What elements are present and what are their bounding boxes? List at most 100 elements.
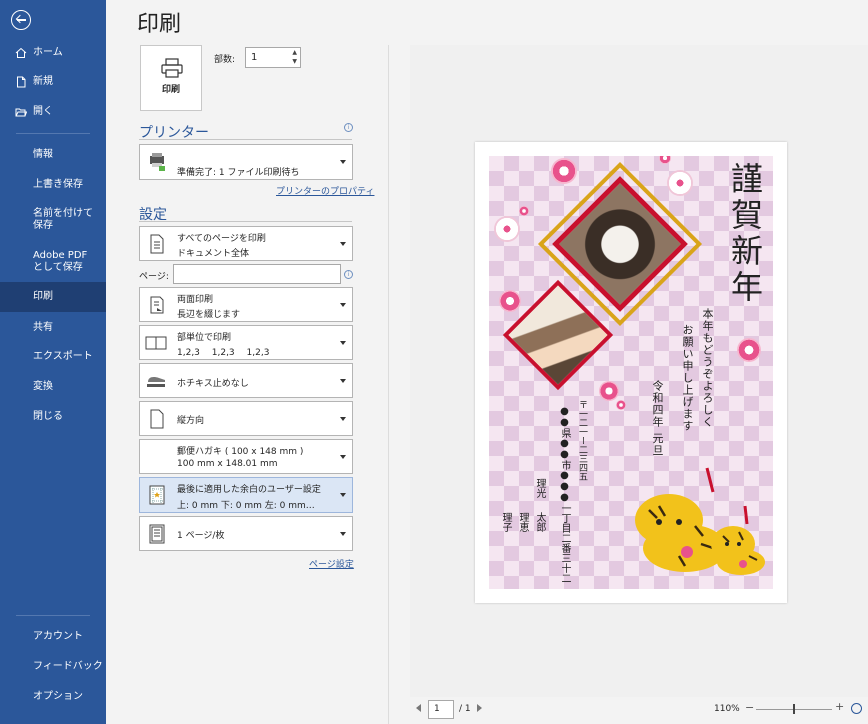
nav-print[interactable]: 印刷 (0, 282, 106, 312)
nav-open[interactable]: 開く (0, 103, 106, 121)
paper-size-label: 郵便ハガキ ( 100 x 148 mm ) (177, 447, 304, 457)
folder-open-icon (15, 108, 27, 117)
pages-input[interactable] (173, 264, 341, 284)
staple-label: ホチキス止めなし (177, 379, 249, 389)
sender-name-1b: 太郎 (534, 512, 545, 532)
chevron-down-icon (340, 340, 346, 345)
chevron-down-icon (340, 454, 346, 459)
duplex-icon (150, 296, 164, 313)
next-page-icon[interactable] (477, 704, 482, 712)
nav-transform[interactable]: 変換 (0, 377, 106, 397)
pages-per-sheet-dropdown[interactable]: 1 ページ/枚 (139, 516, 353, 551)
zoom-to-page-icon[interactable] (851, 703, 862, 714)
margins-detail: 上: 0 mm 下: 0 mm 左: 0 mm… (177, 501, 315, 511)
plum-flower-icon (494, 216, 520, 242)
nav-share[interactable]: 共有 (0, 318, 106, 338)
plum-flower-icon (659, 156, 671, 164)
print-range-label: すべてのページを印刷 (177, 234, 266, 244)
printer-device-icon (150, 153, 165, 171)
panel-divider (388, 45, 389, 724)
chevron-down-icon (340, 241, 346, 246)
plum-flower-icon (667, 170, 693, 196)
nav-new-label: 新規 (33, 76, 53, 87)
nav-export[interactable]: エクスポート (0, 347, 106, 367)
total-pages: / 1 (459, 704, 471, 714)
nav-share-label: 共有 (33, 322, 53, 333)
nav-save[interactable]: 上書き保存 (0, 175, 106, 195)
chevron-down-icon[interactable]: ▼ (292, 58, 297, 65)
staple-dropdown[interactable]: ホチキス止めなし (139, 363, 353, 398)
zoom-level[interactable]: 110% (714, 704, 740, 714)
nav-close[interactable]: 閉じる (0, 407, 106, 427)
sender-name-2b: 理恵 (517, 512, 528, 532)
nav-options[interactable]: オプション (0, 687, 106, 707)
nav-home[interactable]: ホーム (0, 44, 106, 62)
collate-label: 部単位で印刷 (177, 333, 232, 343)
address-text: ●●県●●市●●●一丁目二番三十二 (559, 406, 570, 583)
copies-input[interactable]: 1 ▲ ▼ (245, 47, 301, 68)
plum-flower-icon (616, 400, 626, 410)
zoom-in-button[interactable]: + (835, 700, 844, 713)
chevron-up-icon[interactable]: ▲ (292, 49, 297, 56)
backstage-nav: ホーム 新規 開く 情報 上書き保存 名前を付けて保存 Adobe PDF とし… (0, 0, 106, 724)
orientation-label: 縦方向 (177, 416, 205, 426)
nav-save-as[interactable]: 名前を付けて保存 (0, 206, 106, 234)
chevron-down-icon (340, 531, 346, 536)
margins-icon (149, 485, 165, 505)
section-divider (139, 139, 352, 140)
plum-flower-icon (551, 158, 577, 184)
collate-dropdown[interactable]: 部単位で印刷 1,2,3 1,2,3 1,2,3 (139, 325, 353, 360)
page-title: 印刷 (137, 12, 182, 37)
pages-label: ページ: (139, 272, 169, 282)
nav-save-as-label: 名前を付けて保存 (33, 208, 93, 231)
nav-close-label: 閉じる (33, 411, 63, 422)
sender-name-2a: 理子 (500, 512, 511, 532)
nav-new[interactable]: 新規 (0, 73, 106, 91)
message-line-1: 本年もどうぞよろしく (701, 308, 714, 428)
page-setup-link[interactable]: ページ設定 (309, 557, 354, 570)
nav-save-pdf-label: Adobe PDF として保存 (33, 250, 88, 273)
nav-divider-bottom (16, 615, 90, 616)
chevron-down-icon (340, 378, 346, 383)
print-range-dropdown[interactable]: すべてのページを印刷 ドキュメント全体 (139, 226, 353, 261)
margins-dropdown[interactable]: 最後に適用した余白のユーザー設定 上: 0 mm 下: 0 mm 左: 0 mm… (139, 477, 353, 513)
zoom-out-button[interactable]: − (745, 701, 754, 714)
orientation-dropdown[interactable]: 縦方向 (139, 401, 353, 436)
zoom-slider-thumb[interactable] (793, 704, 795, 714)
info-icon[interactable]: i (344, 123, 353, 132)
postcard-preview: 謹賀新年 本年もどうぞよろしく お願い申し上げます 令和四年 元旦 〒一二一ー二… (489, 156, 773, 589)
nav-home-label: ホーム (33, 47, 63, 58)
stapler-icon (147, 376, 165, 387)
nav-info[interactable]: 情報 (0, 145, 106, 165)
nav-info-label: 情報 (33, 149, 53, 160)
back-arrow-icon[interactable] (11, 10, 31, 30)
nav-account[interactable]: アカウント (0, 627, 106, 647)
cat-photo (552, 176, 688, 312)
print-button[interactable]: 印刷 (140, 45, 202, 111)
nav-save-pdf[interactable]: Adobe PDF として保存 (0, 247, 106, 277)
current-page: 1 (434, 704, 440, 714)
nav-options-label: オプション (33, 691, 83, 702)
nav-open-label: 開く (33, 106, 53, 117)
duplex-dropdown[interactable]: 両面印刷 長辺を綴じます (139, 287, 353, 322)
plum-flower-icon (499, 290, 521, 312)
sender-name-1a: 理光 (534, 478, 545, 498)
greeting-text: 謹賀新年 (726, 162, 764, 306)
page-per-sheet-icon (149, 524, 165, 543)
pages-icon (150, 234, 164, 253)
plum-flower-icon (599, 381, 619, 401)
previous-page-icon[interactable] (416, 704, 421, 712)
printer-dropdown[interactable]: 準備完了: 1 ファイル印刷待ち (139, 144, 353, 180)
paper-size-detail: 100 mm x 148.01 mm (177, 459, 278, 469)
copies-label: 部数: (214, 55, 236, 65)
nav-feedback[interactable]: フィードバック (0, 657, 106, 677)
nav-divider (16, 133, 90, 134)
info-icon[interactable]: i (344, 270, 353, 279)
portrait-icon (150, 409, 164, 428)
duplex-detail: 長辺を綴じます (177, 310, 241, 320)
copies-value: 1 (251, 52, 258, 63)
paper-size-dropdown[interactable]: 郵便ハガキ ( 100 x 148 mm ) 100 mm x 148.01 m… (139, 439, 353, 474)
printer-properties-link[interactable]: プリンターのプロパティ (276, 184, 374, 197)
page-number-input[interactable]: 1 (428, 700, 454, 719)
print-range-detail: ドキュメント全体 (177, 249, 250, 259)
